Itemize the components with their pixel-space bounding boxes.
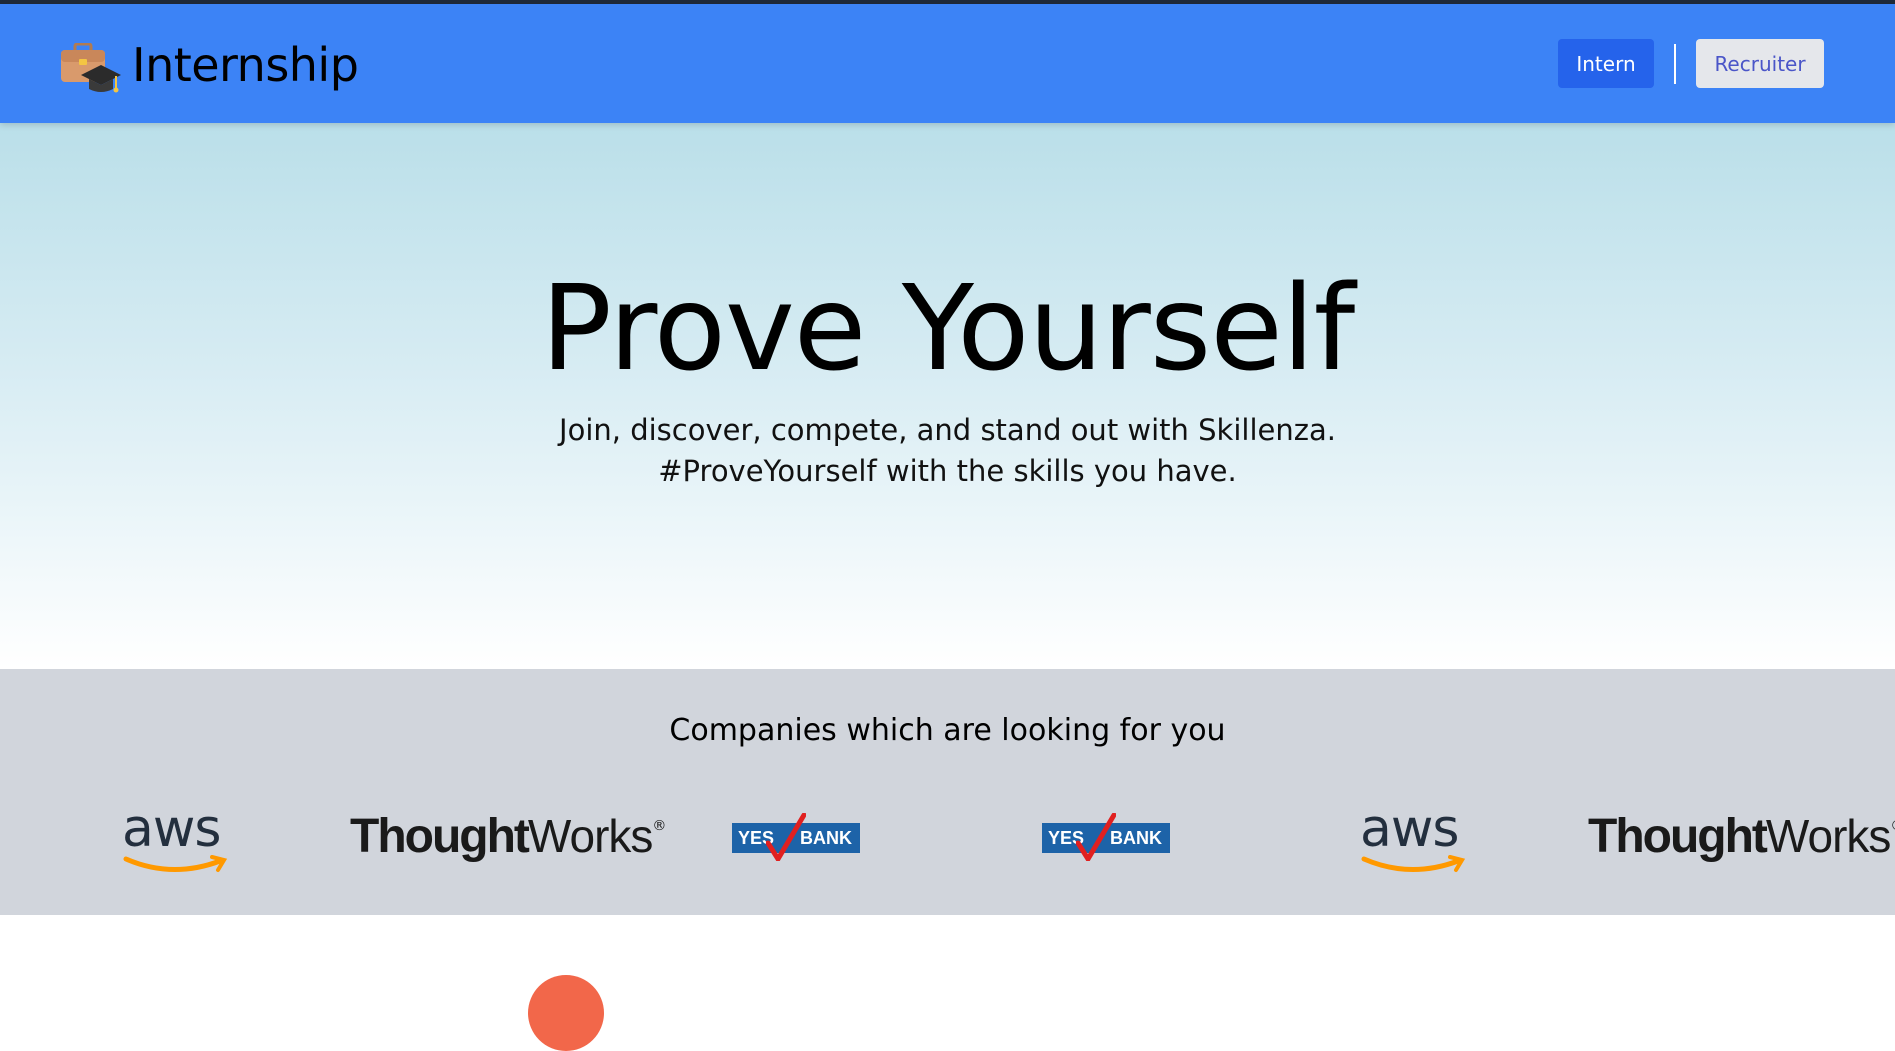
hero-subtitle-line1: Join, discover, compete, and stand out w… bbox=[559, 413, 1336, 447]
hero-subtitle-line2: #ProveYourself with the skills you have. bbox=[658, 454, 1237, 488]
yes-bank-logo: YES BANK bbox=[1042, 813, 1170, 861]
thoughtworks-bold-text: Thought bbox=[1588, 810, 1768, 863]
companies-section: Companies which are looking for you aws … bbox=[0, 669, 1895, 915]
aws-smile-icon bbox=[1361, 855, 1466, 872]
hero-section: Prove Yourself Join, discover, compete, … bbox=[0, 123, 1895, 669]
aws-logo-text: aws bbox=[1360, 799, 1460, 859]
registered-mark: ® bbox=[1890, 818, 1895, 834]
bank-text: BANK bbox=[1110, 828, 1162, 848]
navbar: Internship Intern Recruiter bbox=[0, 4, 1895, 123]
aws-logo: aws bbox=[1360, 799, 1470, 881]
yes-bank-logo: YES BANK bbox=[732, 813, 860, 861]
briefcase-graduation-cap-icon bbox=[58, 33, 122, 97]
hero-heading: Prove Yourself bbox=[540, 259, 1355, 397]
brand[interactable]: Internship bbox=[58, 30, 359, 100]
aws-smile-icon bbox=[123, 855, 228, 872]
graduation-cap-icon bbox=[81, 65, 121, 93]
next-section bbox=[0, 915, 1895, 981]
bank-text: BANK bbox=[800, 828, 852, 848]
thoughtworks-bold-text: Thought bbox=[350, 810, 530, 863]
thoughtworks-rest-text: Works bbox=[1765, 810, 1891, 862]
nav-divider bbox=[1674, 44, 1676, 84]
brand-title: Internship bbox=[132, 38, 359, 92]
companies-heading: Companies which are looking for you bbox=[669, 713, 1226, 748]
thoughtworks-logo: ThoughtWorks® bbox=[350, 809, 666, 864]
intern-button[interactable]: Intern bbox=[1558, 39, 1654, 88]
aws-logo: aws bbox=[122, 799, 232, 881]
registered-mark: ® bbox=[652, 818, 667, 834]
thoughtworks-rest-text: Works bbox=[527, 810, 653, 862]
aws-logo-text: aws bbox=[122, 799, 222, 859]
thoughtworks-logo: ThoughtWorks® bbox=[1588, 809, 1895, 864]
recruiter-button[interactable]: Recruiter bbox=[1696, 39, 1824, 88]
yes-bank-tick-icon bbox=[766, 813, 806, 861]
yes-bank-tick-icon bbox=[1076, 813, 1116, 861]
partial-circle-graphic bbox=[528, 975, 604, 1051]
